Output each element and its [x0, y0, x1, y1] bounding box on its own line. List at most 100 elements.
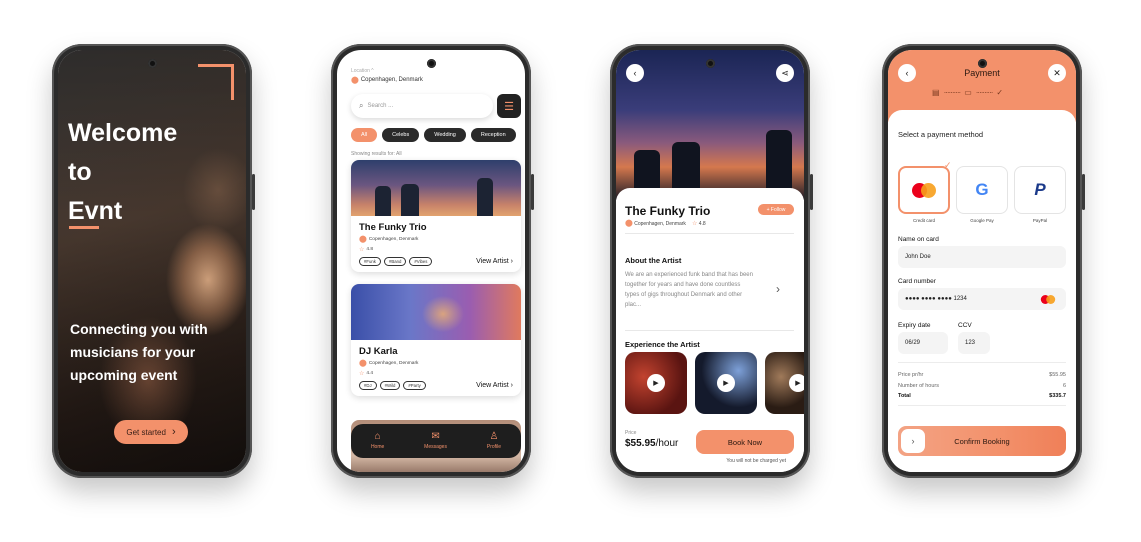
ccv-label: CCV	[958, 322, 972, 329]
chevron-right-icon[interactable]: ›	[776, 282, 780, 296]
play-icon: ▶	[789, 374, 804, 392]
summary-total: Total $335.7	[898, 393, 1066, 399]
confirm-booking-slider[interactable]: › Confirm Booking	[898, 426, 1066, 456]
location-pin-icon: ⬤	[351, 77, 359, 84]
play-icon: ▶	[717, 374, 735, 392]
expiry-label: Expiry date	[898, 322, 931, 329]
method-label: PayPal	[1032, 218, 1048, 223]
play-icon: ▶	[647, 374, 665, 392]
artist-meta: ⬤ Copenhagen, Denmark ☆ 4.8	[625, 220, 706, 227]
divider	[625, 330, 794, 331]
tag[interactable]: #Funk	[359, 257, 381, 266]
paypal-option[interactable]: P	[1014, 166, 1066, 214]
brand-underline	[69, 226, 99, 229]
card-icon: ▭	[964, 88, 972, 97]
chip-all[interactable]: All	[351, 128, 378, 142]
select-method-label: Select a payment method	[898, 130, 984, 139]
get-started-button[interactable]: Get started ›	[114, 420, 188, 444]
artist-name: The Funky Trio	[359, 222, 427, 233]
chevron-left-icon: ‹	[905, 68, 909, 78]
share-button[interactable]: ⋖	[776, 64, 794, 82]
summary-row: Price pr/hr $55.95	[898, 372, 1066, 378]
browse-screen: Location ^ ⬤ Copenhagen, Denmark ⌕ Searc…	[337, 50, 525, 472]
sliders-icon: ☰	[504, 100, 514, 113]
artist-name: The Funky Trio	[625, 204, 711, 218]
phone-welcome: Welcome to Evnt Connecting you with musi…	[52, 44, 255, 478]
back-button[interactable]: ‹	[898, 64, 916, 82]
search-icon: ⌕	[359, 101, 364, 110]
view-artist-link[interactable]: View Artist ›	[476, 258, 513, 265]
payment-screen: ‹ Payment ✕ ▤ ·········· ▭ ·········· ✓ …	[888, 50, 1076, 472]
media-thumbnail[interactable]: ▶	[625, 352, 687, 414]
chevron-right-icon: ›	[510, 258, 513, 265]
artist-photo	[351, 284, 521, 340]
category-chips: All Celebs Wedding Reception	[351, 128, 516, 142]
chevron-right-icon: ›	[171, 425, 176, 438]
artist-location: ⬤ Copenhagen, Denmark	[359, 236, 419, 243]
chip-celebs[interactable]: Celebs	[382, 128, 420, 142]
tag[interactable]: #DJ	[359, 381, 377, 390]
welcome-screen: Welcome to Evnt Connecting you with musi…	[58, 50, 246, 472]
user-icon: ♙	[489, 431, 499, 442]
tag[interactable]: #Party	[403, 381, 426, 390]
corner-accent	[198, 64, 234, 100]
chevron-right-icon: ›	[510, 382, 513, 389]
home-icon: ⌂	[374, 431, 381, 442]
camera-icon	[977, 59, 987, 68]
media-thumbnail[interactable]: ▶	[765, 352, 804, 414]
google-pay-option[interactable]: G	[956, 166, 1008, 214]
artist-card[interactable]: DJ Karla ⬤ Copenhagen, Denmark ☆ 4.4 #DJ #…	[351, 284, 521, 396]
divider	[625, 233, 794, 234]
nav-profile[interactable]: ♙ Profile	[487, 431, 501, 451]
method-label: Google Pay	[970, 218, 994, 223]
name-field[interactable]: John Doe	[898, 246, 1066, 268]
chip-wedding[interactable]: Wedding	[424, 128, 466, 142]
nav-messages[interactable]: ✉ Messages	[424, 431, 447, 451]
welcome-tagline: Connecting you with musicians for your u…	[70, 321, 208, 383]
view-artist-link[interactable]: View Artist ›	[476, 382, 513, 389]
slider-handle[interactable]: ›	[901, 429, 925, 453]
camera-icon	[426, 59, 436, 68]
star-icon: ☆	[691, 220, 698, 227]
credit-card-option[interactable]	[898, 166, 950, 214]
phone-browse: Location ^ ⬤ Copenhagen, Denmark ⌕ Searc…	[331, 44, 534, 478]
close-button[interactable]: ✕	[1048, 64, 1066, 82]
mastercard-icon	[912, 182, 936, 198]
about-heading: About the Artist	[625, 256, 682, 265]
artist-details-panel: The Funky Trio + Follow ⬤ Copenhagen, De…	[616, 188, 804, 472]
media-thumbnail[interactable]: ▶	[695, 352, 757, 414]
nav-home[interactable]: ⌂ Home	[371, 431, 384, 451]
artist-card[interactable]: The Funky Trio ⬤ Copenhagen, Denmark ☆ 4.8…	[351, 160, 521, 272]
chevron-right-icon: ›	[911, 436, 915, 446]
tag[interactable]: #Wild	[379, 381, 401, 390]
location-pin-icon: ⬤	[359, 236, 367, 243]
tag[interactable]: #Band	[383, 257, 407, 266]
method-label: Credit card	[912, 218, 935, 223]
follow-button[interactable]: + Follow	[758, 204, 794, 215]
payment-form: Select a payment method ✓ Credit card G …	[888, 110, 1076, 472]
tag[interactable]: #Vibes	[409, 257, 433, 266]
expiry-field[interactable]: 06/29	[898, 332, 948, 354]
mail-icon: ✉	[431, 431, 440, 442]
chip-reception[interactable]: Reception	[470, 128, 516, 142]
artist-rating: ☆ 4.4	[359, 371, 374, 377]
location-selector[interactable]: ⬤ Copenhagen, Denmark	[351, 76, 423, 84]
receipt-icon: ▤	[932, 88, 940, 97]
location-pin-icon: ⬤	[625, 220, 633, 227]
book-now-button[interactable]: Book Now	[696, 430, 794, 454]
card-number-field[interactable]: ●●●● ●●●● ●●●● 1234	[898, 288, 1066, 310]
search-input[interactable]: ⌕ Search ...	[351, 94, 493, 118]
ccv-field[interactable]: 123	[958, 332, 990, 354]
star-icon: ☆	[359, 247, 365, 253]
google-icon: G	[975, 180, 989, 199]
artist-screen: ‹ ⋖ The Funky Trio + Follow ⬤ Copenhagen…	[616, 50, 804, 472]
artist-photo	[351, 160, 521, 216]
filter-button[interactable]: ☰	[497, 94, 521, 118]
camera-icon	[147, 59, 157, 68]
back-button[interactable]: ‹	[626, 64, 644, 82]
chevron-left-icon: ‹	[633, 68, 637, 78]
artist-location: ⬤ Copenhagen, Denmark	[359, 360, 419, 367]
camera-icon	[705, 59, 715, 68]
location-label: Location ^	[351, 68, 374, 74]
bottom-nav: ⌂ Home ✉ Messages ♙ Profile	[351, 424, 521, 458]
